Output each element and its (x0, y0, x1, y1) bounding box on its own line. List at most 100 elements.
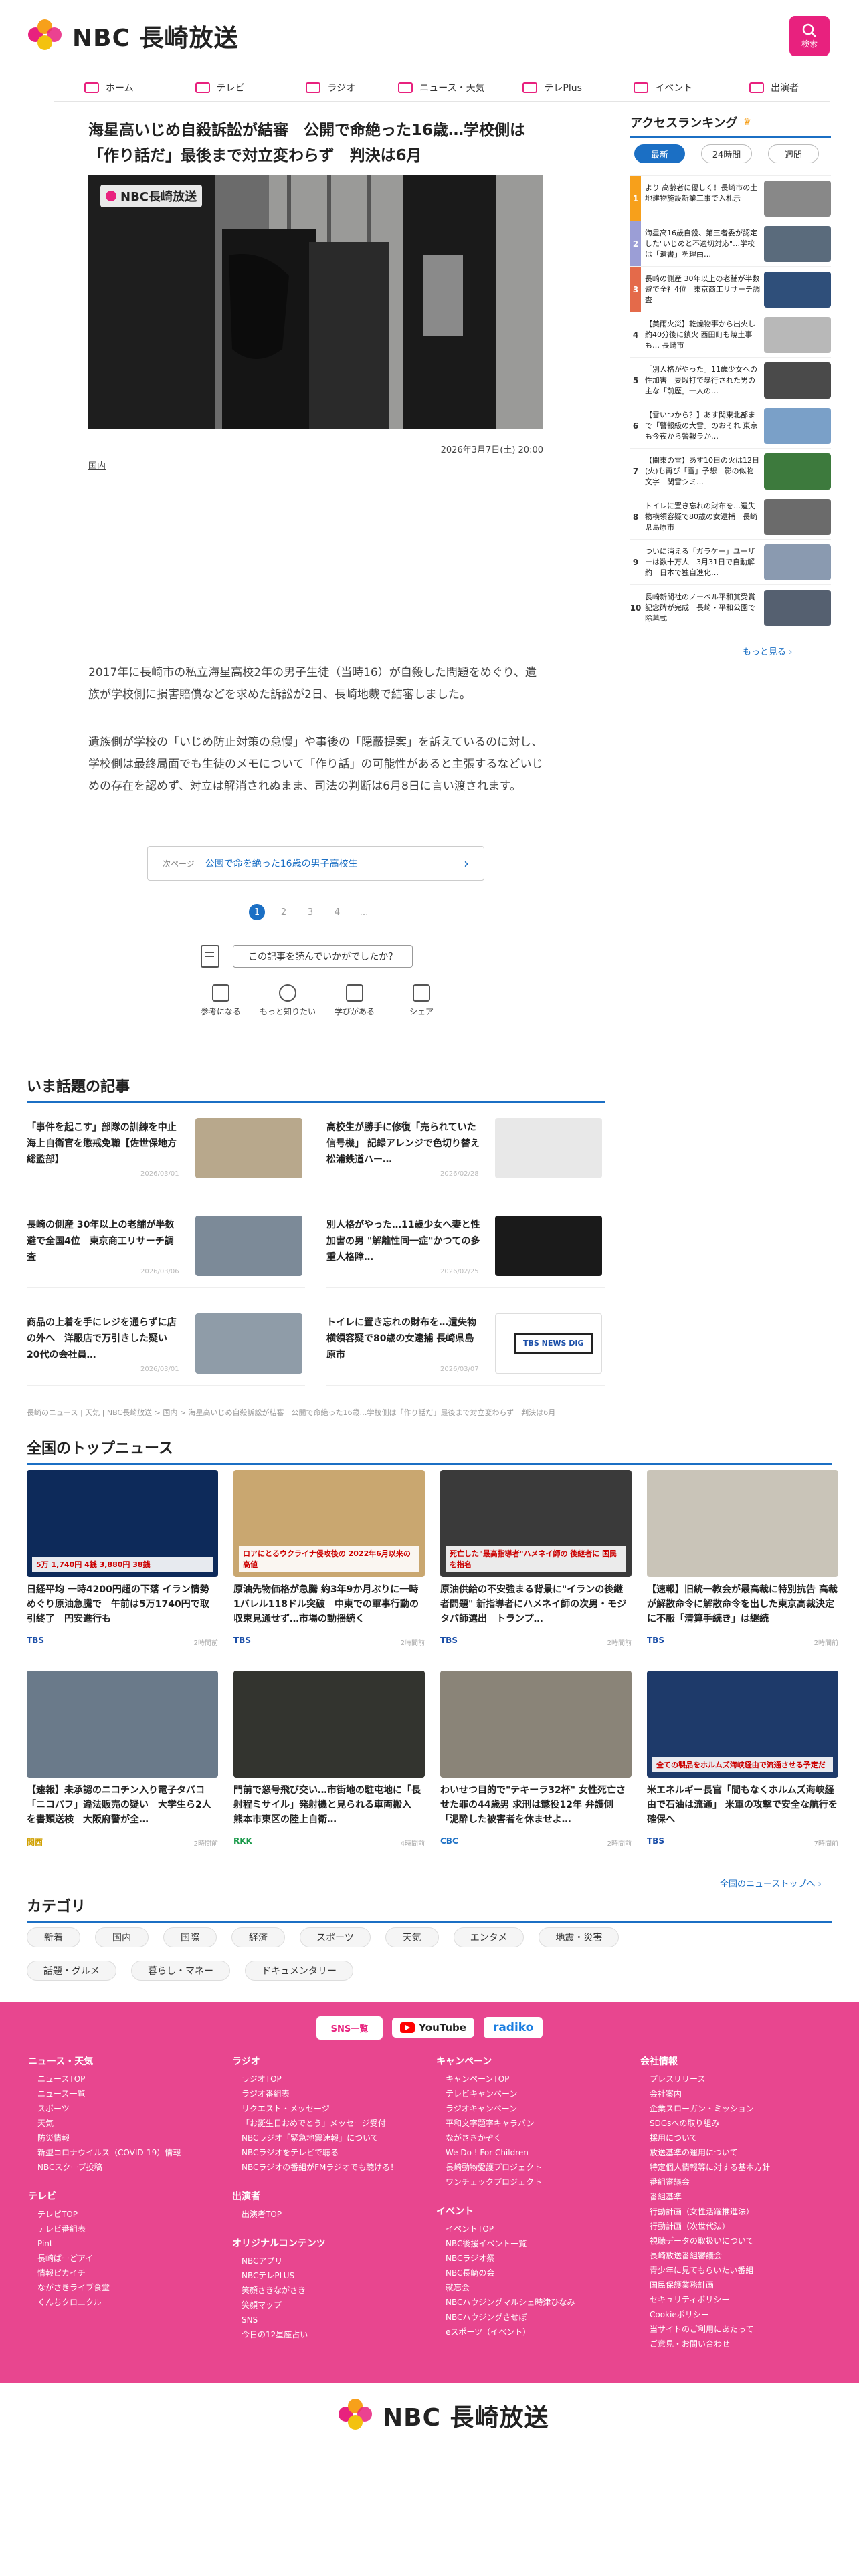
footer-link[interactable]: セキュリティポリシー (640, 2292, 834, 2307)
article-photo[interactable]: NBC長崎放送 (88, 175, 543, 429)
footer-link[interactable]: 放送基準の運用について (640, 2145, 834, 2160)
topnews-more-link[interactable]: 全国のニューストップへ › (720, 1876, 822, 1889)
footer-link[interactable]: NBCラジオ祭 (436, 2251, 630, 2266)
footer-link[interactable]: キャンペーンTOP (436, 2072, 630, 2086)
ranking-item[interactable]: 3 長崎の側産 30年以上の老舗が半数避で全社4位 東京商工リサーチ調査 (630, 266, 831, 312)
reaction-button-3[interactable]: シェア (396, 984, 447, 1017)
nav-item-1[interactable]: テレビ (165, 74, 276, 101)
site-logo[interactable]: NBC 長崎放送 (28, 19, 239, 53)
footer-link[interactable]: 天気 (28, 2116, 222, 2131)
article-category[interactable]: 国内 (88, 459, 106, 471)
footer-link[interactable]: SNS (232, 2313, 426, 2327)
footer-link[interactable]: NBCハウジングさせぼ (436, 2310, 630, 2325)
category-chip[interactable]: エンタメ (453, 1927, 524, 1947)
ranking-item[interactable]: 2 海星高16歳自殺、第三者委が認定した"いじめと不適切対応"…学校は「遺書」を理… (630, 221, 831, 266)
footer-heading[interactable]: 会社情報 (640, 2054, 844, 2068)
sns-list-button[interactable]: SNS一覧 (316, 2016, 383, 2040)
footer-link[interactable]: NBC長崎の会 (436, 2266, 630, 2280)
topnews-item[interactable]: 全ての製品をホルムズ海峡経由で流通させる予定だ 米エネルギー長官「間もなくホルムズ… (647, 1671, 838, 1858)
ranking-item[interactable]: 6 【雪いつから？】あす関東北部まで「警報級の大雪」のおそれ 東京も今夜から警報ラ… (630, 403, 831, 448)
footer-link[interactable]: NBC後援イベント一覧 (436, 2236, 630, 2251)
ranking-item[interactable]: 9 ついに消える「ガラケー」ユーザーは数十万人 3月31日で自動解約 日本で独自進… (630, 539, 831, 584)
footer-heading[interactable]: テレビ (28, 2189, 232, 2203)
footer-link[interactable]: Cookieポリシー (640, 2307, 834, 2322)
footer-link[interactable]: 行動計画（女性活躍推進法） (640, 2204, 834, 2219)
footer-link[interactable]: 視聴データの取扱いについて (640, 2234, 834, 2248)
ranking-item[interactable]: 7 【関東の雪】あす10日の火は12日(火)も再び「雪」予想 影の似物文字 関雪シ… (630, 448, 831, 494)
page-link-0[interactable]: 1 (249, 904, 265, 920)
footer-link[interactable]: 情報ピカイチ (28, 2266, 222, 2280)
ranking-tab-0[interactable]: 最新 (634, 144, 685, 163)
footer-link[interactable]: テレビキャンペーン (436, 2086, 630, 2101)
footer-link[interactable]: 国民保護業務計画 (640, 2278, 834, 2292)
footer-link[interactable]: 防災情報 (28, 2131, 222, 2145)
ranking-tab-1[interactable]: 24時間 (701, 144, 752, 163)
footer-link[interactable]: Pint (28, 2236, 222, 2251)
footer-link[interactable]: リクエスト・メッセージ (232, 2101, 426, 2116)
ranking-item[interactable]: 8 トイレに置き忘れの財布を…遺失物横領容疑で80歳の女逮捕 長崎県島原市 (630, 494, 831, 539)
topnews-item[interactable]: ロアにとるウクライナ侵攻後の 2022年6月以来の高値 原油先物価格が急騰 約3年… (233, 1470, 425, 1657)
footer-link[interactable]: NBCラジオ「緊急地震速報」について (232, 2131, 426, 2145)
footer-link[interactable]: We Do ! For Children (436, 2145, 630, 2160)
category-chip[interactable]: 国内 (95, 1927, 149, 1947)
footer-link[interactable]: ながさきかぞく (436, 2131, 630, 2145)
page-link-2[interactable]: 3 (302, 904, 318, 920)
page-link-1[interactable]: 2 (276, 904, 292, 920)
category-chip[interactable]: 新着 (27, 1927, 80, 1947)
ranking-item[interactable]: 10 長崎新聞社のノーベル平和賞受賞記念碑が完成 長崎・平和公園で除幕式 (630, 584, 831, 630)
footer-link[interactable]: ラジオキャンペーン (436, 2101, 630, 2116)
category-chip[interactable]: 国際 (163, 1927, 217, 1947)
topic-item[interactable]: 商品の上着を手にレジを通らずに店の外へ 洋服店で万引きした疑い 20代の会社員…… (27, 1305, 305, 1386)
topic-item[interactable]: 「事件を起こす」部隊の訓練を中止 海上自衛官を懲戒免職【佐世保地方総監部】 202… (27, 1110, 305, 1190)
ranking-item[interactable]: 1 より 高齢者に優しく！長崎市の土地建物施設新業工事で入札示 (630, 175, 831, 221)
footer-link[interactable]: NBCスクープ投稿 (28, 2160, 222, 2175)
ranking-item[interactable]: 5 「別人格がやった」11歳少女への性加害 妻殴打で暴行された男の主な「前歴」一人… (630, 357, 831, 403)
footer-link[interactable]: NBCハウジングマルシェ時津ひなみ (436, 2295, 630, 2310)
topic-item[interactable]: 高校生が勝手に修復「売られていた信号機」 記録アレンジで色切り替え 松浦鉄道ハー… (326, 1110, 605, 1190)
nav-item-0[interactable]: ホーム (54, 74, 165, 101)
footer-link[interactable]: SDGsへの取り組み (640, 2116, 834, 2131)
footer-link[interactable]: NBCアプリ (232, 2254, 426, 2268)
footer-link[interactable]: 長崎ばーどアイ (28, 2251, 222, 2266)
footer-link[interactable]: スポーツ (28, 2101, 222, 2116)
footer-heading[interactable]: ラジオ (232, 2054, 436, 2068)
topnews-item[interactable]: 5万 1,740円 4銭 3,880円 38銭 日経平均 一時4200円超の下落 … (27, 1470, 218, 1657)
footer-link[interactable]: テレビTOP (28, 2207, 222, 2222)
footer-link[interactable]: 行動計画（次世代法） (640, 2219, 834, 2234)
topic-item[interactable]: 別人格がやった…11歳少女へ妻と性加害の男 "解離性同一症"かつての多重人格障…… (326, 1208, 605, 1288)
footer-link[interactable]: 番組審議会 (640, 2175, 834, 2189)
category-chip[interactable]: 話題・グルメ (27, 1961, 116, 1981)
footer-link[interactable]: ラジオTOP (232, 2072, 426, 2086)
footer-link[interactable]: 当サイトのご利用にあたって (640, 2322, 834, 2337)
footer-link[interactable]: 採用について (640, 2131, 834, 2145)
footer-link[interactable]: ニュース一覧 (28, 2086, 222, 2101)
footer-link[interactable]: 笑顔マップ (232, 2298, 426, 2313)
topnews-item[interactable]: 【速報】旧統一教会が最高裁に特別抗告 高裁が解散命令に解散命令を出した東京高裁決… (647, 1470, 838, 1657)
footer-link[interactable]: 特定個人情報等に対する基本方針 (640, 2160, 834, 2175)
footer-link[interactable]: 「お誕生日おめでとう」メッセージ受付 (232, 2116, 426, 2131)
footer-link[interactable]: 番組基準 (640, 2189, 834, 2204)
footer-link[interactable]: 青少年に見てもらいたい番組 (640, 2263, 834, 2278)
footer-link[interactable]: イベントTOP (436, 2222, 630, 2236)
breadcrumb[interactable]: 長崎のニュース | 天気 | NBC長崎放送 > 国内 > 海星高いじめ自殺訴訟… (27, 1407, 602, 1418)
topic-item[interactable]: 長崎の側産 30年以上の老舗が半数避で全国4位 東京商工リサーチ調査 2026/0… (27, 1208, 305, 1288)
footer-heading[interactable]: イベント (436, 2204, 640, 2218)
page-link-3[interactable]: 4 (329, 904, 345, 920)
reaction-button-0[interactable]: 参考になる (195, 984, 246, 1017)
radiko-button[interactable]: radiko (483, 2017, 543, 2038)
reaction-button-2[interactable]: 学びがある (329, 984, 380, 1017)
nav-item-5[interactable]: イベント (608, 74, 719, 101)
topnews-item[interactable]: 門前で怒号飛び交い…市街地の駐屯地に「長射程ミサイル」発射機と見られる車両搬入 … (233, 1671, 425, 1858)
ranking-tab-2[interactable]: 週間 (768, 144, 819, 163)
category-chip[interactable]: 天気 (385, 1927, 439, 1947)
category-chip[interactable]: 地震・災害 (539, 1927, 619, 1947)
search-button[interactable]: 検索 (789, 16, 830, 56)
footer-link[interactable]: NBCテレPLUS (232, 2268, 426, 2283)
footer-link[interactable]: eスポーツ（イベント） (436, 2325, 630, 2339)
footer-link[interactable]: プレスリリース (640, 2072, 834, 2086)
footer-link[interactable]: 今日の12星座占い (232, 2327, 426, 2342)
footer-link[interactable]: NBCラジオの番組がFMラジオでも聴ける！ (232, 2160, 426, 2175)
footer-link[interactable]: 就忘会 (436, 2280, 630, 2295)
footer-link[interactable]: 企業スローガン・ミッション (640, 2101, 834, 2116)
footer-logo[interactable]: NBC 長崎放送 (339, 2398, 549, 2433)
